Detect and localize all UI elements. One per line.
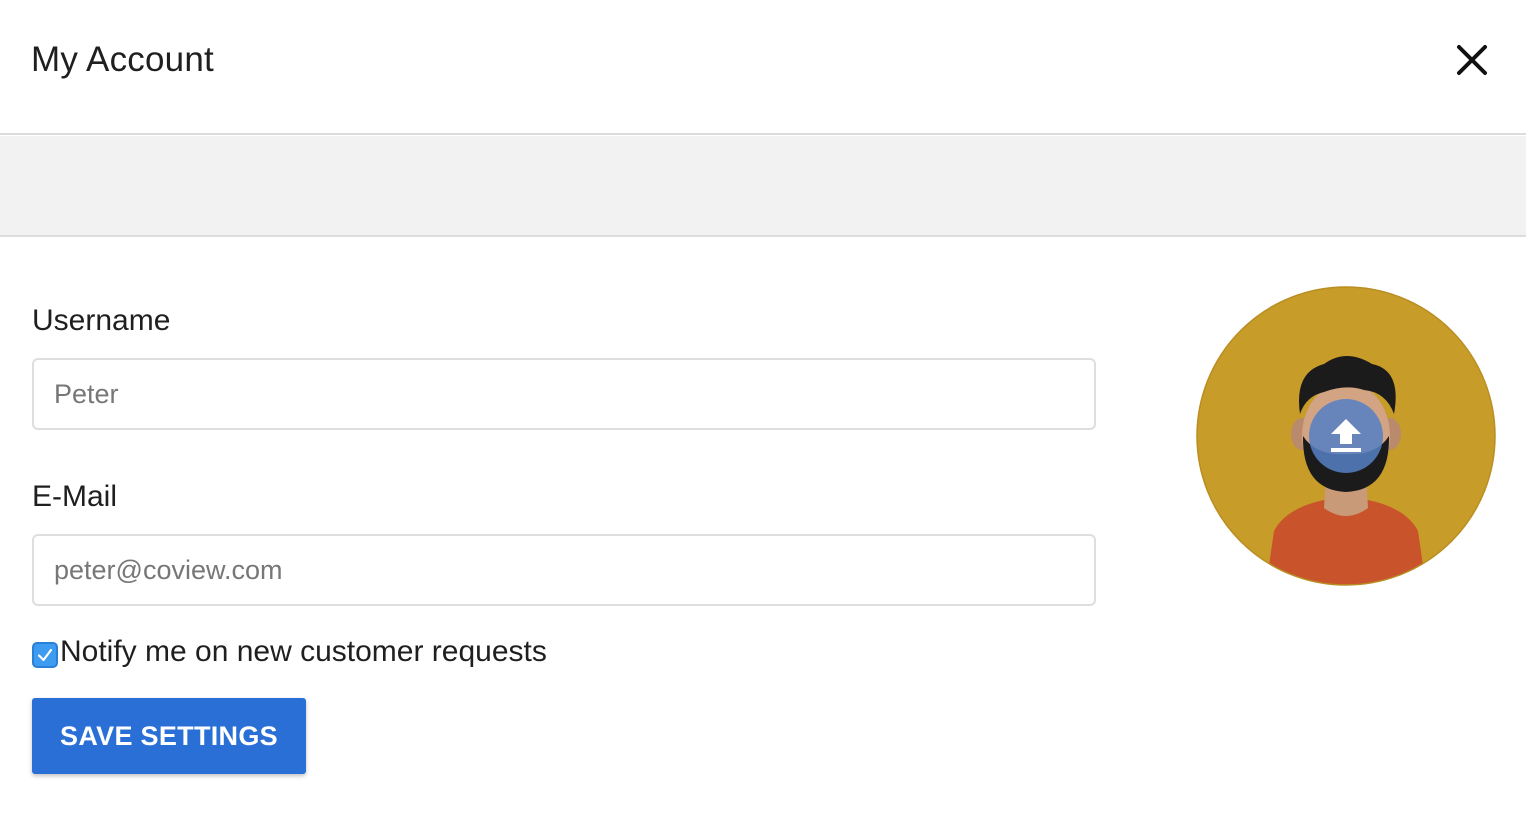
username-label: Username [32,304,171,337]
header-banner [0,136,1526,237]
email-label: E-Mail [32,480,118,513]
notify-label: Notify me on new customer requests [60,635,547,668]
close-icon [1457,45,1487,75]
avatar-upload[interactable] [1196,286,1496,586]
notify-checkbox[interactable] [32,642,58,668]
username-field[interactable] [32,358,1096,430]
checkmark-icon [37,648,53,662]
my-account-dialog: My Account Username E-Mail Notify me on … [0,0,1526,814]
close-button[interactable] [1448,36,1496,84]
save-settings-button[interactable]: SAVE SETTINGS [32,698,306,774]
upload-icon [1331,419,1361,452]
email-field[interactable] [32,534,1096,606]
dialog-header: My Account [0,0,1526,135]
dialog-title: My Account [31,40,214,79]
upload-button[interactable] [1309,399,1383,473]
notify-option: Notify me on new customer requests [32,632,547,672]
